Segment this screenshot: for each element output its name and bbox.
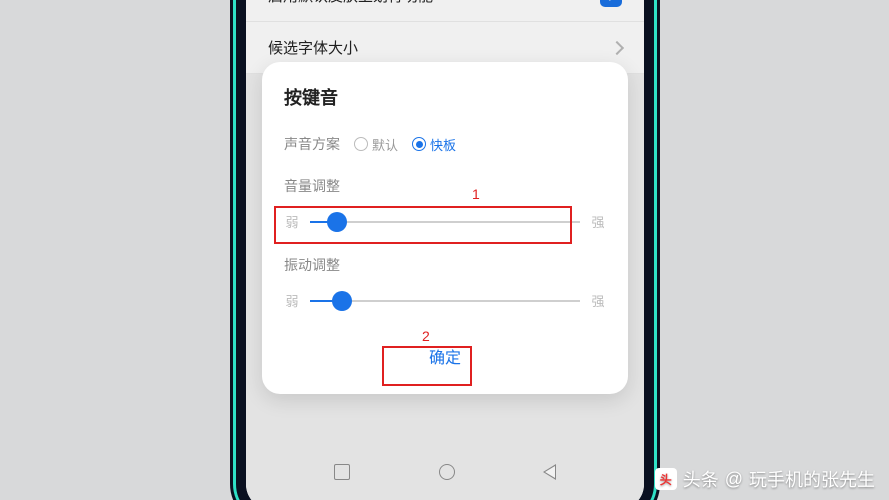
watermark-at: @ [725,469,743,490]
phone-frame: 启用默认皮肤上划符功能 候选字体大小 按键音 声音方案 [236,0,654,500]
slider-max-label: 强 [590,212,606,231]
watermark: 头 头条 @ 玩手机的张先生 [655,466,875,492]
android-nav-bar [246,452,644,492]
confirm-button[interactable]: 确定 [405,334,485,378]
watermark-author: 玩手机的张先生 [749,466,875,492]
vibration-slider-row: 弱 强 [284,289,606,312]
radio-option-kuaiban[interactable]: 快板 [412,135,456,154]
volume-slider[interactable] [310,221,580,223]
nav-recent-icon[interactable] [334,464,350,480]
sound-scheme-label: 声音方案 [284,134,340,154]
radio-label: 快板 [430,135,456,154]
dialog-title: 按键音 [284,84,606,110]
volume-slider-row: 弱 强 [284,210,606,233]
slider-thumb[interactable] [332,291,352,311]
radio-option-default[interactable]: 默认 [354,135,398,154]
nav-back-icon[interactable] [543,464,556,480]
watermark-prefix: 头条 [683,466,719,492]
sound-scheme-row: 声音方案 默认 快板 [284,134,606,154]
radio-label: 默认 [372,135,398,154]
slider-thumb[interactable] [327,212,347,232]
vibration-label: 振动调整 [284,255,606,275]
keypress-sound-dialog: 按键音 声音方案 默认 快板 音量调整 弱 [262,62,628,394]
slider-min-label: 弱 [284,212,300,231]
slider-min-label: 弱 [284,291,300,310]
radio-icon [412,137,426,151]
slider-max-label: 强 [590,291,606,310]
nav-home-icon[interactable] [439,464,455,480]
volume-label: 音量调整 [284,176,606,196]
radio-icon [354,137,368,151]
phone-screen: 启用默认皮肤上划符功能 候选字体大小 按键音 声音方案 [246,0,644,500]
vibration-slider[interactable] [310,300,580,302]
toutiao-logo-icon: 头 [655,468,677,490]
